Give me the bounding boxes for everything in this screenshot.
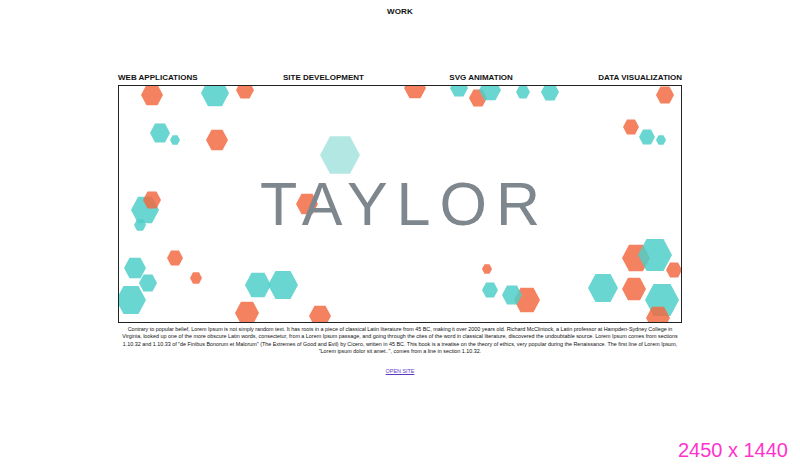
hexagon-shape — [201, 85, 229, 107]
hexagon-shape — [245, 272, 271, 298]
hexagon-shape — [118, 285, 146, 315]
hexagon-shape — [404, 85, 426, 99]
hexagon-shape — [167, 250, 183, 266]
category-link[interactable]: SVG ANIMATION — [449, 72, 513, 83]
category-link[interactable]: WEB APPLICATIONS — [118, 72, 198, 83]
hexagon-shape — [482, 282, 498, 298]
hexagon-shape — [666, 262, 682, 278]
hexagon-shape — [268, 270, 298, 300]
hexagon-shape — [623, 119, 639, 135]
hexagon-shape — [639, 129, 655, 145]
category-link[interactable]: DATA VISUALIZATION — [598, 72, 682, 83]
open-site-link[interactable]: OPEN SITE — [386, 368, 415, 374]
hexagon-shape — [516, 85, 530, 99]
hero-banner: TAYLOR — [118, 85, 682, 323]
hexagon-shape — [235, 301, 259, 323]
size-label: 2450 x 1440 — [678, 439, 788, 461]
hexagon-shape — [588, 273, 618, 303]
hexagon-shape — [190, 272, 202, 284]
hexagon-shape — [236, 85, 254, 99]
hexagon-shape — [124, 257, 146, 279]
description: Contrary to popular belief, Lorem Ipsum … — [118, 326, 682, 356]
page-title: WORK — [0, 0, 800, 18]
hexagon-shape — [656, 135, 666, 145]
hexagon-shape — [482, 264, 492, 274]
hexagon-shape — [309, 305, 331, 323]
hexagon-shape — [150, 123, 170, 143]
hero-title: TAYLOR — [251, 174, 549, 235]
hexagon-shape — [139, 274, 157, 292]
hexagon-shape — [320, 135, 360, 175]
hexagon-shape — [450, 85, 468, 97]
category-link[interactable]: SITE DEVELOPMENT — [283, 72, 364, 83]
hexagon-shape — [622, 277, 646, 301]
hexagon-shape — [206, 129, 228, 151]
hexagon-shape — [141, 85, 163, 106]
hexagon-shape — [656, 86, 674, 104]
hexagon-shape — [541, 85, 559, 101]
category-nav: WEB APPLICATIONS SITE DEVELOPMENT SVG ANIM… — [118, 72, 682, 85]
hexagon-shape — [170, 135, 180, 145]
